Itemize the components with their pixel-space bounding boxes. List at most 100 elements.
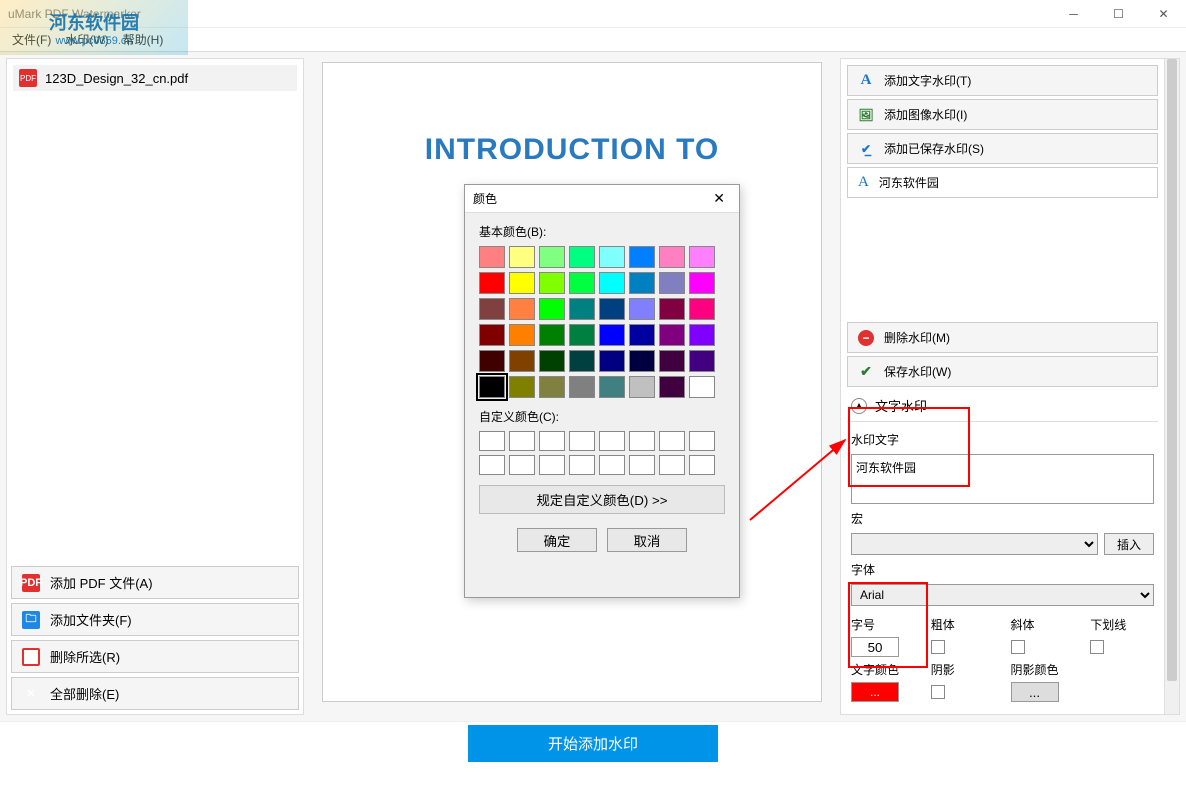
color-swatch[interactable] bbox=[509, 376, 535, 398]
color-swatch[interactable] bbox=[599, 324, 625, 346]
right-scrollbar[interactable] bbox=[1164, 59, 1179, 714]
color-swatch[interactable] bbox=[689, 298, 715, 320]
menu-file[interactable]: 文件(F) bbox=[8, 29, 55, 50]
bold-checkbox[interactable] bbox=[931, 640, 945, 654]
custom-color-swatch[interactable] bbox=[629, 455, 655, 475]
delete-watermark-button[interactable]: − 删除水印(M) bbox=[847, 322, 1158, 353]
start-watermark-button[interactable]: 开始添加水印 bbox=[468, 725, 718, 762]
color-swatch[interactable] bbox=[539, 376, 565, 398]
custom-color-swatch[interactable] bbox=[569, 455, 595, 475]
color-swatch[interactable] bbox=[479, 246, 505, 268]
add-folder-button[interactable]: 🗀 添加文件夹(F) bbox=[11, 603, 299, 636]
color-swatch[interactable] bbox=[599, 246, 625, 268]
color-swatch[interactable] bbox=[509, 298, 535, 320]
color-swatch[interactable] bbox=[599, 350, 625, 372]
define-custom-color-button[interactable]: 规定自定义颜色(D) >> bbox=[479, 485, 725, 514]
maximize-button[interactable]: ☐ bbox=[1096, 0, 1141, 28]
dialog-ok-button[interactable]: 确定 bbox=[517, 528, 597, 552]
menu-help[interactable]: 帮助(H) bbox=[119, 29, 168, 50]
color-swatch[interactable] bbox=[569, 246, 595, 268]
watermark-text-input[interactable]: 河东软件园 bbox=[851, 454, 1154, 504]
color-swatch[interactable] bbox=[479, 272, 505, 294]
color-swatch[interactable] bbox=[629, 350, 655, 372]
custom-color-swatch[interactable] bbox=[539, 455, 565, 475]
color-swatch[interactable] bbox=[569, 350, 595, 372]
color-swatch[interactable] bbox=[509, 246, 535, 268]
color-swatch[interactable] bbox=[629, 246, 655, 268]
shadow-checkbox[interactable] bbox=[931, 685, 945, 699]
color-swatch[interactable] bbox=[659, 298, 685, 320]
color-swatch[interactable] bbox=[659, 376, 685, 398]
custom-color-swatch[interactable] bbox=[599, 455, 625, 475]
color-swatch[interactable] bbox=[539, 298, 565, 320]
dialog-close-button[interactable]: ✕ bbox=[707, 188, 731, 209]
color-swatch[interactable] bbox=[629, 376, 655, 398]
custom-color-swatch[interactable] bbox=[509, 455, 535, 475]
color-swatch[interactable] bbox=[659, 350, 685, 372]
close-button[interactable]: ✕ bbox=[1141, 0, 1186, 28]
custom-color-swatch[interactable] bbox=[539, 431, 565, 451]
custom-color-swatch[interactable] bbox=[689, 431, 715, 451]
color-swatch[interactable] bbox=[569, 272, 595, 294]
color-swatch[interactable] bbox=[599, 298, 625, 320]
color-swatch[interactable] bbox=[629, 272, 655, 294]
color-swatch[interactable] bbox=[539, 272, 565, 294]
remove-selected-button[interactable]: — 删除所选(R) bbox=[11, 640, 299, 673]
minimize-button[interactable]: ─ bbox=[1051, 0, 1096, 28]
custom-color-swatch[interactable] bbox=[689, 455, 715, 475]
custom-color-swatch[interactable] bbox=[479, 455, 505, 475]
color-swatch[interactable] bbox=[509, 324, 535, 346]
color-swatch[interactable] bbox=[659, 324, 685, 346]
dialog-cancel-button[interactable]: 取消 bbox=[607, 528, 687, 552]
color-swatch[interactable] bbox=[479, 324, 505, 346]
custom-color-swatch[interactable] bbox=[659, 455, 685, 475]
color-swatch[interactable] bbox=[509, 350, 535, 372]
color-swatch[interactable] bbox=[599, 272, 625, 294]
save-watermark-button[interactable]: ✔ 保存水印(W) bbox=[847, 356, 1158, 387]
color-swatch[interactable] bbox=[569, 324, 595, 346]
text-color-button[interactable]: ... bbox=[851, 682, 899, 702]
menu-watermark[interactable]: 水印(W) bbox=[61, 29, 112, 50]
add-image-watermark-button[interactable]: 🖼 添加图像水印(I) bbox=[847, 99, 1158, 130]
color-swatch[interactable] bbox=[629, 298, 655, 320]
color-swatch[interactable] bbox=[689, 246, 715, 268]
custom-color-swatch[interactable] bbox=[509, 431, 535, 451]
macro-select[interactable] bbox=[851, 533, 1098, 555]
underline-checkbox[interactable] bbox=[1090, 640, 1104, 654]
color-swatch[interactable] bbox=[689, 350, 715, 372]
custom-color-swatch[interactable] bbox=[599, 431, 625, 451]
color-swatch[interactable] bbox=[659, 272, 685, 294]
color-swatch[interactable] bbox=[569, 376, 595, 398]
custom-color-swatch[interactable] bbox=[659, 431, 685, 451]
color-swatch[interactable] bbox=[539, 350, 565, 372]
color-swatch[interactable] bbox=[569, 298, 595, 320]
color-swatch[interactable] bbox=[479, 298, 505, 320]
font-size-input[interactable] bbox=[851, 637, 899, 657]
color-swatch[interactable] bbox=[689, 272, 715, 294]
add-saved-watermark-button[interactable]: ✔̲ 添加已保存水印(S) bbox=[847, 133, 1158, 164]
color-swatch[interactable] bbox=[689, 324, 715, 346]
color-swatch[interactable] bbox=[689, 376, 715, 398]
font-select[interactable]: Arial bbox=[851, 584, 1154, 606]
file-item[interactable]: PDF 123D_Design_32_cn.pdf bbox=[13, 65, 297, 91]
color-swatch[interactable] bbox=[659, 246, 685, 268]
custom-color-swatch[interactable] bbox=[479, 431, 505, 451]
color-swatch[interactable] bbox=[479, 376, 505, 398]
add-text-watermark-button[interactable]: A 添加文字水印(T) bbox=[847, 65, 1158, 96]
color-swatch[interactable] bbox=[599, 376, 625, 398]
custom-color-swatch[interactable] bbox=[629, 431, 655, 451]
remove-all-button[interactable]: ✕ 全部删除(E) bbox=[11, 677, 299, 710]
color-swatch[interactable] bbox=[479, 350, 505, 372]
color-swatch[interactable] bbox=[629, 324, 655, 346]
text-watermark-section-header[interactable]: ▴ 文字水印 bbox=[847, 390, 1158, 422]
shadow-color-button[interactable]: ... bbox=[1011, 682, 1059, 702]
add-pdf-button[interactable]: PDF 添加 PDF 文件(A) bbox=[11, 566, 299, 599]
watermark-list-item[interactable]: A 河东软件园 bbox=[847, 167, 1158, 198]
color-swatch[interactable] bbox=[539, 246, 565, 268]
color-swatch[interactable] bbox=[539, 324, 565, 346]
dialog-title-bar[interactable]: 颜色 ✕ bbox=[465, 185, 739, 213]
insert-macro-button[interactable]: 插入 bbox=[1104, 533, 1154, 555]
italic-checkbox[interactable] bbox=[1011, 640, 1025, 654]
color-swatch[interactable] bbox=[509, 272, 535, 294]
custom-color-swatch[interactable] bbox=[569, 431, 595, 451]
